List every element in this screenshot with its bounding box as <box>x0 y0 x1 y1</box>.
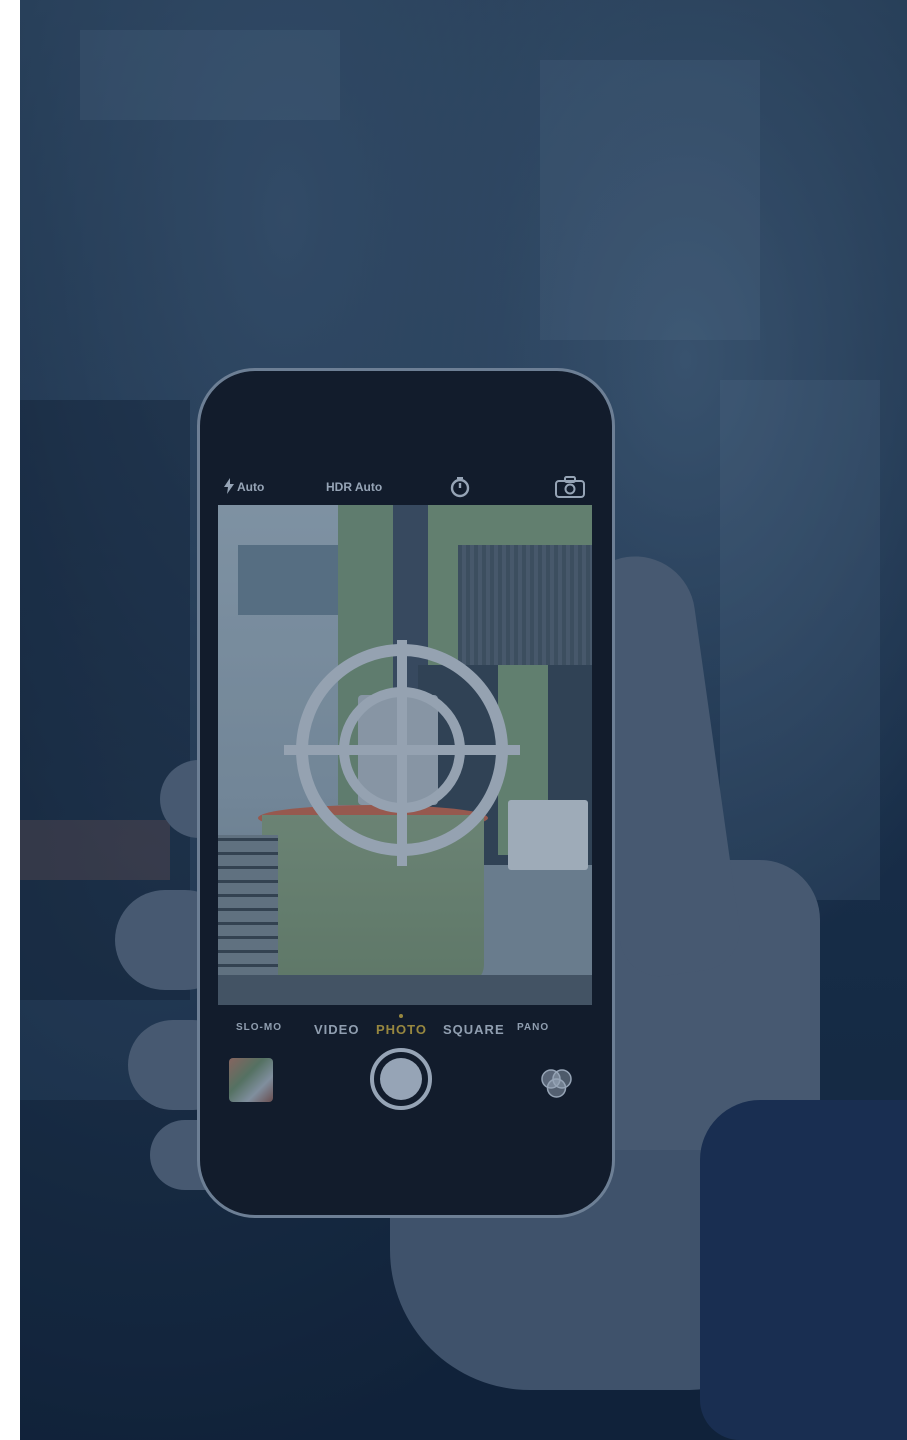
photo-scene: Auto HDR Auto SLO-MO VIDEO PHOTO SQUARE … <box>0 0 907 1440</box>
blue-tint-overlay <box>20 0 907 1440</box>
left-margin-strip <box>0 0 20 1440</box>
